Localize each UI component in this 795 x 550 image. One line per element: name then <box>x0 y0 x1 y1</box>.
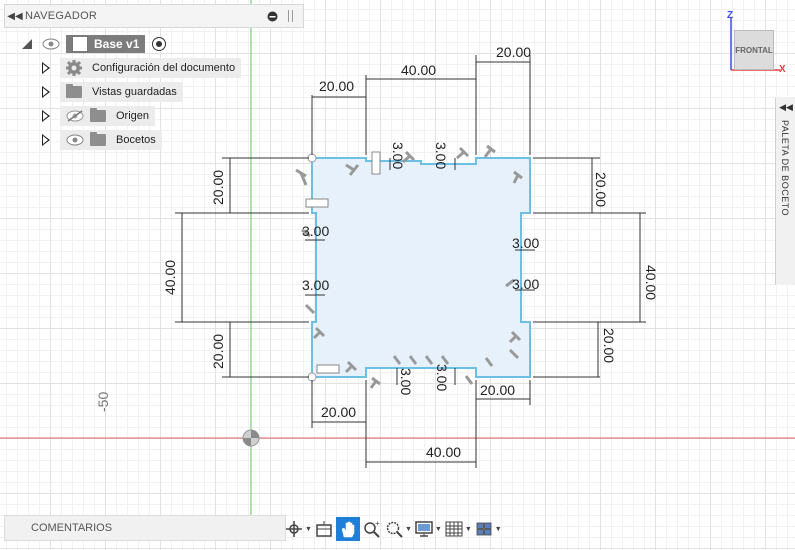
dim-top-right[interactable]: 20.00 <box>496 44 531 60</box>
navigator-panel: ◀◀ NAVEGADOR Base v1 Configuración del d… <box>4 4 304 150</box>
tree-item-label: Configuración del documento <box>92 62 236 74</box>
axis-coordinate-label: -50 <box>95 391 111 412</box>
expand-icon[interactable] <box>42 134 50 146</box>
expand-icon[interactable] <box>42 110 50 122</box>
dim-left-bottom[interactable]: 20.00 <box>210 334 226 369</box>
tree-item-saved-views[interactable]: Vistas guardadas <box>42 82 183 102</box>
display-settings-tool[interactable]: ▼ <box>414 517 442 541</box>
dim-top-middle[interactable]: 40.00 <box>401 62 436 78</box>
gear-icon <box>66 60 82 76</box>
expand-icon[interactable] <box>42 86 50 98</box>
tree-item-label: Origen <box>116 110 150 122</box>
zoom-window-icon <box>386 521 403 538</box>
tree-root[interactable]: Base v1 <box>22 34 167 54</box>
eye-icon[interactable] <box>66 134 84 146</box>
orbit-tool[interactable]: ▼ <box>284 517 312 541</box>
expand-icon[interactable] <box>22 39 32 49</box>
sketch-point[interactable] <box>307 153 317 163</box>
tree-item-document-settings[interactable]: Configuración del documento <box>42 58 242 78</box>
pin-icon[interactable] <box>284 9 298 23</box>
pan-tool[interactable] <box>335 517 360 541</box>
chevron-down-icon[interactable]: ▼ <box>435 526 442 533</box>
dim-notch-bottom-left[interactable]: 3.00 <box>398 368 414 395</box>
orbit-icon <box>286 521 302 537</box>
dim-top-left[interactable]: 20.00 <box>319 78 354 94</box>
component-label: Base v1 <box>94 37 140 51</box>
look-at-tool[interactable] <box>314 517 334 541</box>
zoom-window-tool[interactable]: ▼ <box>384 517 412 541</box>
dim-bottom-middle[interactable]: 40.00 <box>426 444 461 460</box>
tree-item-sketches[interactable]: Bocetos <box>42 130 162 150</box>
minimize-icon[interactable] <box>265 9 279 23</box>
grid-settings-tool[interactable]: ▼ <box>444 517 472 541</box>
dim-notch-left-top[interactable]: 3.00 <box>302 223 329 239</box>
component-node-base[interactable]: Base v1 <box>66 35 146 53</box>
eye-hidden-icon[interactable] <box>66 110 84 122</box>
chevron-down-icon[interactable]: ▼ <box>305 526 312 533</box>
hand-icon <box>341 521 355 538</box>
expand-icon[interactable] <box>42 62 50 74</box>
dim-bottom-left[interactable]: 20.00 <box>321 404 356 420</box>
dim-bottom-right[interactable]: 20.00 <box>480 382 515 398</box>
dim-notch-right-bottom[interactable]: 3.00 <box>512 276 539 292</box>
activate-radio-icon[interactable] <box>151 36 167 52</box>
navigation-toolbar: ▼ + ▼ ▼ ▼ ▼ <box>284 516 520 542</box>
sketch-palette-tab[interactable]: ◀◀ PALETA DE BOCETO <box>775 98 795 285</box>
tree-item-label: Vistas guardadas <box>92 86 177 98</box>
dim-left-middle[interactable]: 40.00 <box>162 260 178 295</box>
comments-label: COMENTARIOS <box>31 522 113 534</box>
folder-icon <box>90 132 106 146</box>
chevron-down-icon[interactable]: ▼ <box>495 526 502 533</box>
dim-right-bottom[interactable]: 20.00 <box>601 328 617 363</box>
expand-palette-icon[interactable]: ◀◀ <box>776 102 795 113</box>
svg-text:+: + <box>375 519 380 528</box>
navigator-header: ◀◀ NAVEGADOR <box>4 4 304 28</box>
viewports-icon <box>476 522 492 536</box>
tree-item-origin[interactable]: Origen <box>42 106 156 126</box>
comments-panel[interactable]: COMENTARIOS <box>4 515 286 541</box>
origin-icon[interactable] <box>242 429 260 447</box>
chevron-down-icon[interactable]: ▼ <box>465 526 472 533</box>
look-at-icon <box>316 521 332 537</box>
sketch-point[interactable] <box>307 372 317 382</box>
chevron-down-icon[interactable]: ▼ <box>405 526 412 533</box>
viewcube-front-face[interactable]: FRONTAL <box>734 30 774 70</box>
dim-right-top[interactable]: 20.00 <box>593 172 609 207</box>
dim-right-middle[interactable]: 40.00 <box>643 265 659 300</box>
viewports-tool[interactable]: ▼ <box>474 517 502 541</box>
folder-icon <box>66 84 82 98</box>
sketch-profile[interactable] <box>311 157 531 378</box>
dim-notch-left-bottom[interactable]: 3.00 <box>302 277 329 293</box>
folder-icon <box>90 108 106 122</box>
navigator-title: NAVEGADOR <box>25 10 98 22</box>
dim-notch-bottom-right[interactable]: 3.00 <box>434 364 450 391</box>
component-icon <box>72 36 88 52</box>
sketch-palette-label: PALETA DE BOCETO <box>780 120 790 217</box>
dim-notch-right-top[interactable]: 3.00 <box>512 235 539 251</box>
zoom-tool[interactable]: + <box>362 517 382 541</box>
eye-icon[interactable] <box>42 38 60 50</box>
tree-item-label: Bocetos <box>116 134 156 146</box>
dim-notch-top-right[interactable]: 3.00 <box>433 142 449 169</box>
zoom-icon: + <box>364 519 380 538</box>
z-axis-label: Z <box>727 10 734 21</box>
collapse-icon[interactable]: ◀◀ <box>5 11 25 22</box>
viewcube[interactable]: Z X FRONTAL <box>725 10 786 75</box>
grid-icon <box>445 521 463 537</box>
x-axis-label: X <box>779 64 786 75</box>
dim-notch-top-left[interactable]: 3.00 <box>390 142 406 169</box>
display-icon <box>415 521 433 537</box>
dim-left-top[interactable]: 20.00 <box>210 170 226 205</box>
